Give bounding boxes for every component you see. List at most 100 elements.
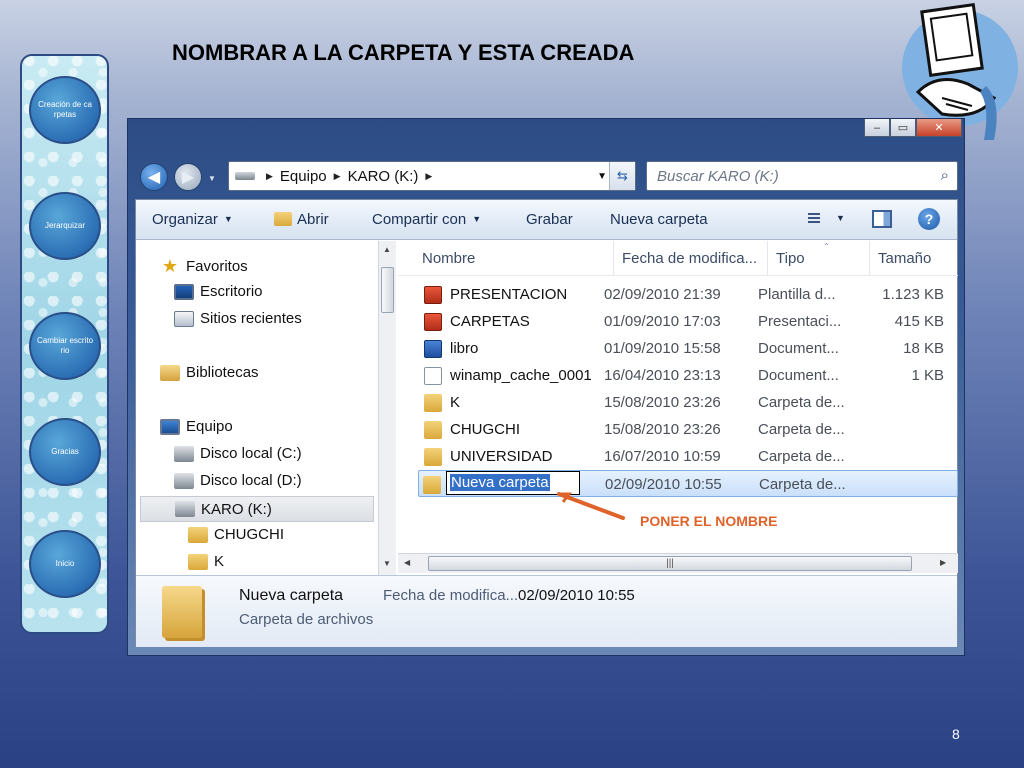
desktop-icon bbox=[174, 283, 194, 300]
details-date-label: Fecha de modifica... bbox=[383, 587, 519, 604]
close-button[interactable]: ✕ bbox=[916, 119, 962, 137]
view-options-icon[interactable] bbox=[802, 211, 822, 227]
folder-icon bbox=[188, 553, 208, 570]
folder-icon bbox=[424, 448, 442, 466]
nav-drive-k[interactable]: KARO (K:) bbox=[140, 496, 374, 522]
file-date: 01/09/2010 17:03 bbox=[604, 313, 721, 330]
nav-gracias[interactable]: Gracias bbox=[29, 418, 101, 486]
scrollbar-thumb[interactable] bbox=[381, 267, 394, 313]
file-type: Document... bbox=[758, 367, 839, 384]
nav-recent-places[interactable]: Sitios recientes bbox=[174, 310, 302, 327]
drive-icon bbox=[174, 472, 194, 489]
star-icon: ★ bbox=[161, 256, 179, 276]
preview-pane-icon[interactable] bbox=[872, 210, 892, 228]
breadcrumb-chevron-icon[interactable]: ▶ bbox=[425, 171, 432, 182]
explorer-content: Organizar ▼ Abrir Compartir con ▼ Grabar N… bbox=[135, 199, 958, 647]
breadcrumb-chevron-icon[interactable]: ▶ bbox=[266, 171, 273, 182]
annotation-arrow-icon bbox=[557, 492, 625, 520]
table-row[interactable]: winamp_cache_0001 16/04/2010 23:13 Docum… bbox=[420, 362, 958, 389]
nav-disk-c[interactable]: Disco local (C:) bbox=[174, 445, 302, 462]
search-icon[interactable]: ⌕ bbox=[941, 167, 949, 184]
back-button[interactable]: ◀ bbox=[140, 163, 168, 191]
address-bar[interactable]: ▶ Equipo ▶ KARO (K:) ▶ ▼ ⇆ bbox=[228, 161, 636, 191]
table-row[interactable]: PRESENTACION 02/09/2010 21:39 Plantilla … bbox=[420, 281, 958, 308]
nav-recent-label: Sitios recientes bbox=[200, 310, 302, 327]
chevron-down-icon[interactable]: ▼ bbox=[836, 213, 845, 223]
navigation-scrollbar[interactable]: ▲ ▼ bbox=[378, 241, 396, 575]
file-type: Presentaci... bbox=[758, 313, 842, 330]
nav-disk-d[interactable]: Disco local (D:) bbox=[174, 472, 302, 489]
nav-desktop[interactable]: Escritorio bbox=[174, 283, 263, 300]
new-folder-button[interactable]: Nueva carpeta bbox=[610, 211, 708, 228]
rename-value: Nueva carpeta bbox=[450, 474, 550, 491]
organize-label: Organizar bbox=[152, 211, 218, 228]
table-row[interactable]: libro 01/09/2010 15:58 Document... 18 KB bbox=[420, 335, 958, 362]
chevron-down-icon: ▼ bbox=[472, 214, 482, 224]
share-button[interactable]: Compartir con ▼ bbox=[372, 211, 481, 228]
column-header-type[interactable]: Tipo bbox=[768, 241, 870, 275]
table-row[interactable]: CARPETAS 01/09/2010 17:03 Presentaci... … bbox=[420, 308, 958, 335]
nav-creacion-de-carpetas[interactable]: Creación de carpetas bbox=[29, 76, 101, 144]
file-name: UNIVERSIDAD bbox=[450, 448, 553, 465]
minimize-button[interactable]: – bbox=[864, 119, 890, 137]
breadcrumb-equipo[interactable]: Equipo bbox=[280, 168, 327, 185]
nav-favorites[interactable]: ★ Favoritos bbox=[160, 256, 248, 277]
burn-button[interactable]: Grabar bbox=[526, 211, 573, 228]
breadcrumb-karo[interactable]: KARO (K:) bbox=[348, 168, 419, 185]
open-button[interactable]: Abrir bbox=[274, 211, 329, 228]
libraries-icon bbox=[160, 364, 180, 381]
explorer-window: – ▭ ✕ ◀ ▶ ▼ ▶ Equipo ▶ KARO (K:) ▶ ▼ ⇆ B… bbox=[127, 118, 965, 656]
table-row[interactable]: UNIVERSIDAD 16/07/2010 10:59 Carpeta de.… bbox=[420, 443, 958, 470]
nav-folder-k[interactable]: K bbox=[188, 553, 224, 570]
nav-folder-chugchi[interactable]: CHUGCHI bbox=[188, 526, 284, 543]
nav-libraries[interactable]: Bibliotecas bbox=[160, 364, 259, 381]
table-row[interactable]: K 15/08/2010 23:26 Carpeta de... bbox=[420, 389, 958, 416]
table-row-selected[interactable]: Nueva carpeta 02/09/2010 10:55 Carpeta d… bbox=[418, 470, 958, 497]
arrow-right-icon: ▶ bbox=[181, 169, 195, 186]
nav-cambiar-escritorio[interactable]: Cambiar escritorio bbox=[29, 312, 101, 380]
scroll-right-icon[interactable]: ▶ bbox=[940, 558, 946, 567]
organize-button[interactable]: Organizar ▼ bbox=[152, 211, 233, 228]
forward-button[interactable]: ▶ bbox=[174, 163, 202, 191]
search-input[interactable]: Buscar KARO (K:) ⌕ bbox=[646, 161, 958, 191]
column-header-date[interactable]: Fecha de modifica... bbox=[614, 241, 768, 275]
column-header-size[interactable]: Tamaño bbox=[870, 241, 958, 275]
open-folder-icon bbox=[274, 212, 292, 226]
file-list-scrollbar[interactable]: ◀ ||| ▶ bbox=[398, 553, 958, 573]
scroll-up-icon[interactable]: ▲ bbox=[383, 245, 391, 254]
file-name: CHUGCHI bbox=[450, 421, 520, 438]
window-controls: – ▭ ✕ bbox=[864, 119, 962, 137]
address-dropdown-icon[interactable]: ▼ bbox=[597, 171, 607, 182]
column-header-name[interactable]: Nombre bbox=[398, 241, 614, 275]
folder-icon bbox=[423, 476, 441, 494]
nav-computer-label: Equipo bbox=[186, 418, 233, 435]
file-type: Carpeta de... bbox=[758, 448, 845, 465]
word-doc-icon bbox=[424, 340, 442, 358]
removable-drive-icon bbox=[175, 501, 195, 517]
file-size: 18 KB bbox=[903, 340, 944, 357]
file-date: 01/09/2010 15:58 bbox=[604, 340, 721, 357]
details-type: Carpeta de archivos bbox=[239, 611, 374, 628]
refresh-icon[interactable]: ⇆ bbox=[609, 162, 635, 190]
maximize-button[interactable]: ▭ bbox=[890, 119, 916, 137]
nav-computer[interactable]: Equipo bbox=[160, 418, 233, 435]
page-number: 8 bbox=[952, 726, 960, 742]
nav-inicio[interactable]: Inicio bbox=[29, 530, 101, 598]
help-icon[interactable]: ? bbox=[918, 208, 940, 230]
scroll-left-icon[interactable]: ◀ bbox=[404, 558, 410, 567]
table-row[interactable]: CHUGCHI 15/08/2010 23:26 Carpeta de... bbox=[420, 416, 958, 443]
computer-icon bbox=[160, 418, 180, 435]
file-date: 16/04/2010 23:13 bbox=[604, 367, 721, 384]
nav-chugchi-label: CHUGCHI bbox=[214, 526, 284, 543]
navigation-pane: ★ Favoritos Escritorio Sitios recientes B… bbox=[136, 241, 378, 575]
file-size: 1.123 KB bbox=[882, 286, 944, 303]
slide-sidebar: Creación de carpetas Jerarquizar Cambiar… bbox=[20, 54, 109, 634]
scroll-down-icon[interactable]: ▼ bbox=[383, 559, 391, 568]
scrollbar-thumb[interactable]: ||| bbox=[428, 556, 912, 571]
breadcrumb-chevron-icon[interactable]: ▶ bbox=[334, 171, 341, 182]
file-name: K bbox=[450, 394, 461, 411]
windows-drive-icon bbox=[174, 445, 194, 462]
details-pane: Nueva carpeta Carpeta de archivos Fecha … bbox=[136, 575, 957, 647]
recent-pages-dropdown-icon[interactable]: ▼ bbox=[208, 174, 216, 183]
nav-jerarquizar[interactable]: Jerarquizar bbox=[29, 192, 101, 260]
